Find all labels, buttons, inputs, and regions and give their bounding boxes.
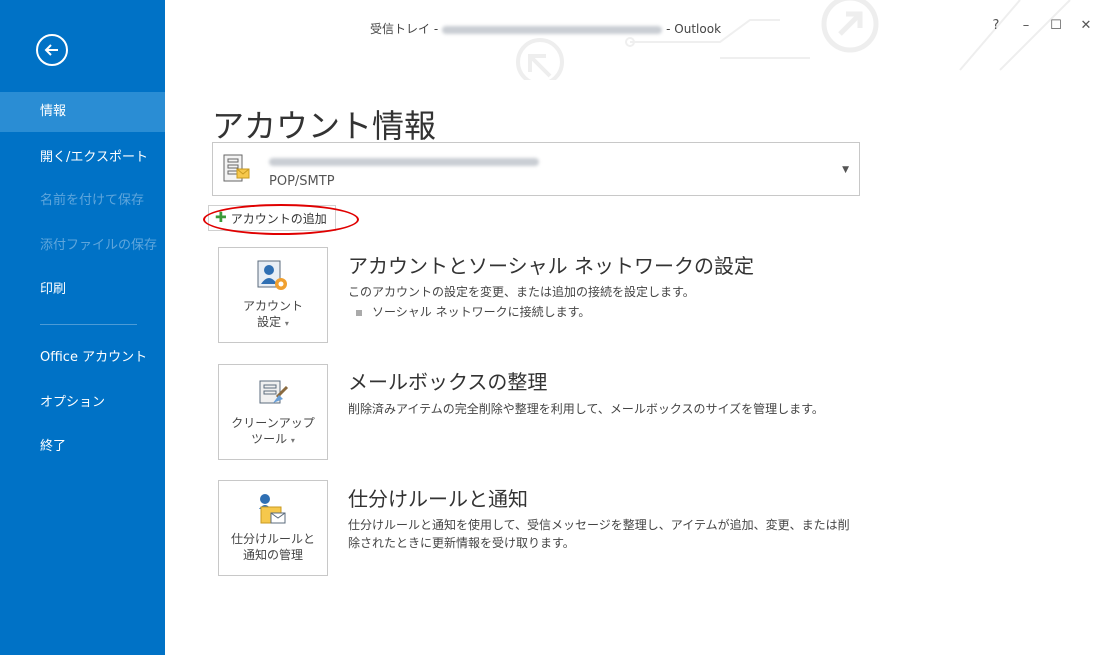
social-network-bullet: ソーシャル ネットワークに接続します。: [356, 303, 590, 320]
account-settings-label-1: アカウント: [242, 299, 303, 313]
blurred-email: [442, 25, 663, 34]
window-title-suffix: - Outlook: [666, 22, 722, 36]
manage-rules-label-2: 通知の管理: [242, 548, 303, 562]
nav-exit[interactable]: 終了: [0, 427, 165, 467]
nav-save-attachments: 添付ファイルの保存: [40, 238, 158, 253]
close-button[interactable]: ✕: [1071, 14, 1101, 36]
account-settings-label-2: 設定 ▾: [257, 315, 289, 329]
decorative-pattern: [516, 0, 1071, 80]
add-account-label: アカウントの追加: [230, 211, 327, 226]
nav-print[interactable]: 印刷: [0, 270, 165, 310]
cleanup-tools-icon: [259, 380, 289, 404]
account-settings-button[interactable]: アカウント 設定 ▾: [218, 247, 328, 343]
window-title: 受信トレイ - - Outlook: [370, 20, 721, 37]
dropdown-caret-icon: ▼: [842, 165, 849, 175]
account-settings-title: アカウントとソーシャル ネットワークの設定: [348, 254, 754, 278]
account-type: POP/SMTP: [269, 174, 335, 189]
nav-save-as: 名前を付けて保存: [40, 193, 145, 208]
account-dropdown[interactable]: POP/SMTP ▼: [212, 142, 860, 196]
cleanup-tools-label-1: クリーンアップ: [231, 416, 315, 430]
account-settings-icon: [257, 260, 287, 290]
nav-info[interactable]: 情報: [0, 92, 165, 132]
nav-divider: [40, 324, 137, 325]
nav-office-account[interactable]: Office アカウント: [0, 338, 165, 378]
cleanup-tools-button[interactable]: クリーンアップ ツール ▾: [218, 364, 328, 460]
rules-alerts-title: 仕分けルールと通知: [348, 487, 528, 511]
account-email-blurred: [269, 158, 539, 166]
minimize-button[interactable]: –: [1011, 14, 1041, 36]
add-account-button[interactable]: ✚ アカウントの追加: [208, 205, 336, 231]
mailbox-cleanup-desc: 削除済みアイテムの完全削除や整理を利用して、メールボックスのサイズを管理します。: [348, 402, 824, 416]
maximize-button[interactable]: ☐: [1041, 14, 1071, 36]
plus-icon: ✚: [215, 210, 227, 226]
backstage-sidebar: 情報 開く/エクスポート 名前を付けて保存 添付ファイルの保存 印刷 Offic…: [0, 0, 165, 655]
nav-options[interactable]: オプション: [0, 383, 165, 423]
nav-open-export[interactable]: 開く/エクスポート: [0, 138, 165, 178]
manage-rules-button[interactable]: 仕分けルールと 通知の管理: [218, 480, 328, 576]
window-controls: ? – ☐ ✕: [981, 14, 1101, 36]
account-settings-desc: このアカウントの設定を変更、または追加の接続を設定します。: [348, 285, 695, 299]
cleanup-tools-label-2: ツール ▾: [251, 432, 295, 446]
rules-alerts-desc: 仕分けルールと通知を使用して、受信メッセージを整理し、アイテムが追加、変更、また…: [348, 518, 850, 550]
back-button[interactable]: [36, 34, 68, 66]
rules-alerts-icon: [259, 494, 286, 524]
window-title-prefix: 受信トレイ -: [370, 22, 439, 36]
help-button[interactable]: ?: [981, 14, 1011, 36]
page-title: アカウント情報: [212, 107, 437, 146]
back-arrow-icon: [44, 44, 58, 56]
mail-account-icon: [223, 154, 250, 182]
manage-rules-label-1: 仕分けルールと: [230, 532, 315, 546]
mailbox-cleanup-title: メールボックスの整理: [348, 370, 548, 394]
